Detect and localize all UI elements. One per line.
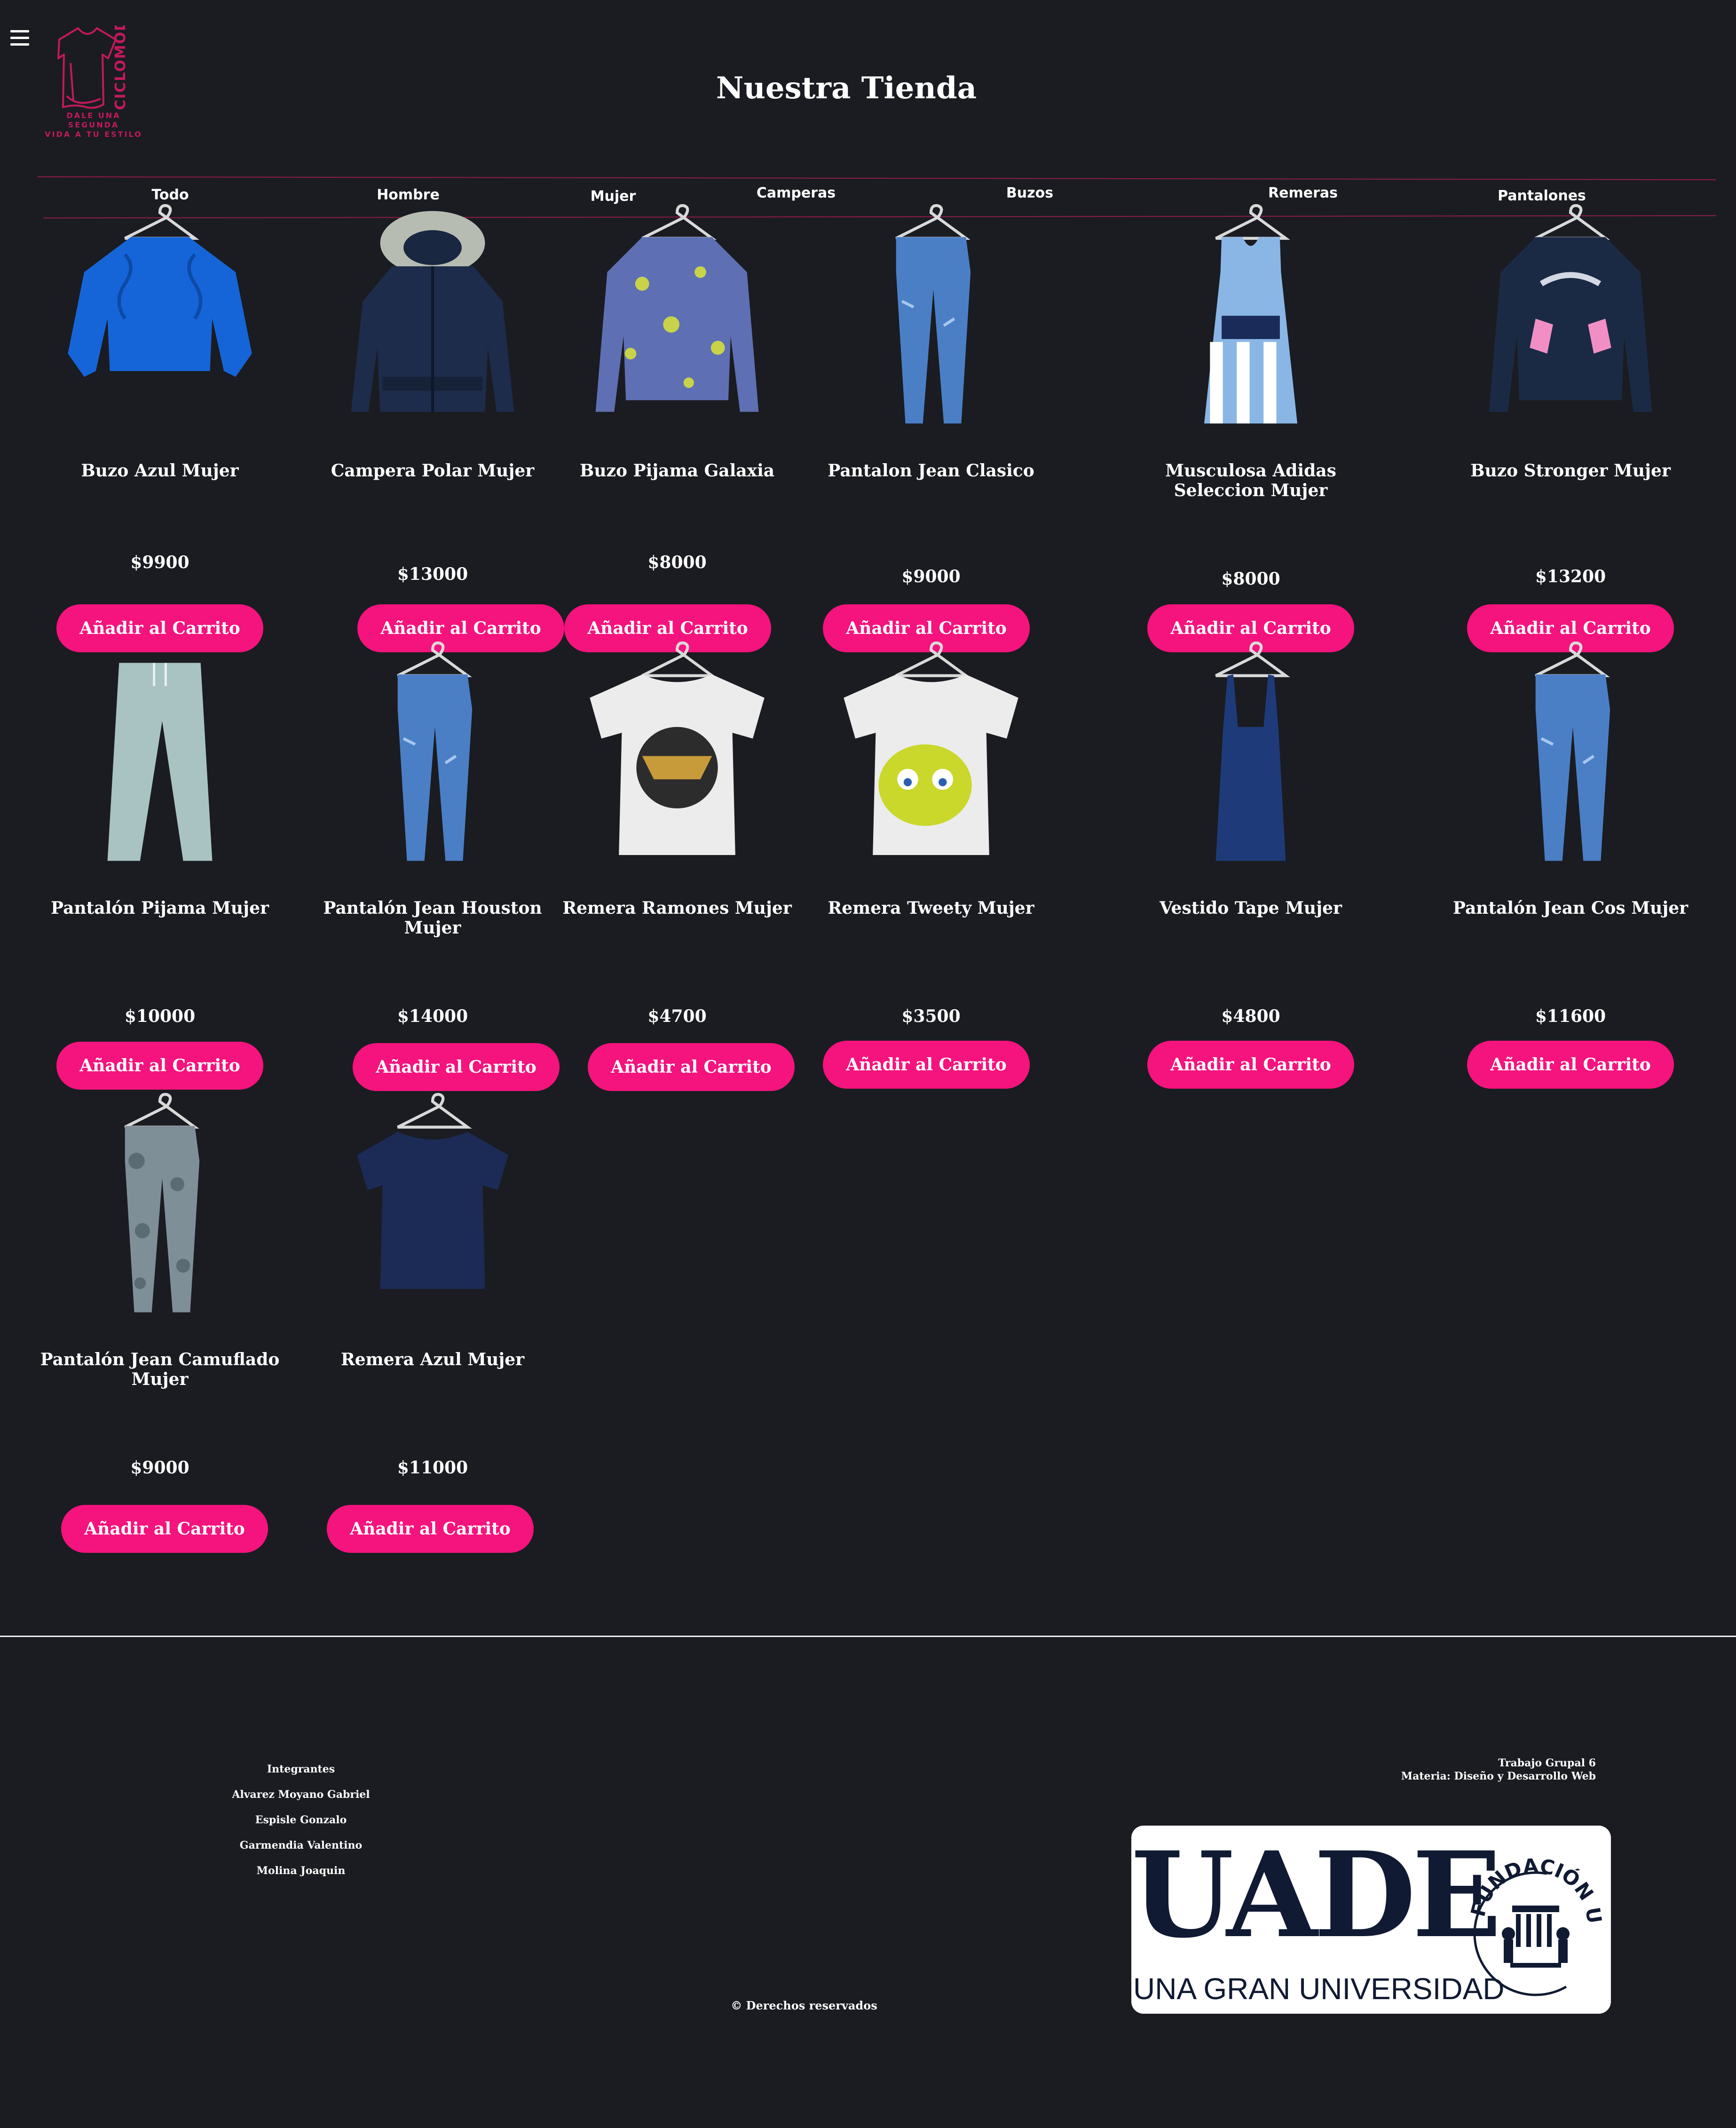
product-card: Pantalón Jean Cos Mujer $11600 Añadir al C… bbox=[1448, 630, 1693, 1089]
team-members: Integrantes Alvarez Moyano Gabriel Espis… bbox=[197, 1756, 404, 1883]
product-price: $10000 bbox=[124, 1006, 196, 1026]
product-card: Pantalón Jean Houston Mujer $14000 Añadir … bbox=[310, 630, 560, 1091]
copyright: © Derechos reservados bbox=[731, 1999, 877, 2012]
pajama-pants-icon[interactable] bbox=[38, 630, 282, 894]
product-card: Pantalón Jean Camuflado Mujer $9000 Añadir… bbox=[38, 1082, 282, 1553]
uade-logo-text: UADE bbox=[1131, 1826, 1502, 1964]
jeans-icon[interactable] bbox=[1448, 630, 1693, 894]
fundacion-uade-seal-icon: FUNDACIÓN UADE bbox=[1465, 1835, 1606, 1996]
product-price: $8000 bbox=[1221, 569, 1280, 589]
tweety-tee-icon[interactable] bbox=[809, 630, 1053, 894]
product-name: Pantalón Jean Camuflado Mujer bbox=[40, 1350, 280, 1389]
product-name: Remera Azul Mujer bbox=[340, 1350, 525, 1369]
product-name: Pantalón Jean Cos Mujer bbox=[1452, 898, 1689, 918]
product-name: Buzo Azul Mujer bbox=[81, 461, 239, 481]
product-price: $11600 bbox=[1535, 1006, 1606, 1026]
product-name: Pantalon Jean Clasico bbox=[828, 461, 1034, 481]
course-assignment: Trabajo Grupal 6 bbox=[1498, 1757, 1596, 1769]
navy-dress-icon[interactable] bbox=[1128, 630, 1373, 894]
jeans-icon[interactable] bbox=[809, 193, 1053, 456]
product-card: Remera Ramones Mujer $4700 Añadir al Carri… bbox=[555, 630, 799, 1091]
ramones-tee-icon[interactable] bbox=[555, 630, 799, 894]
add-to-cart-button[interactable]: Añadir al Carrito bbox=[327, 1505, 534, 1553]
tagline-line-2: VIDA A TU ESTILO bbox=[45, 130, 142, 139]
product-name: Remera Tweety Mujer bbox=[828, 898, 1034, 918]
jeans-icon[interactable] bbox=[310, 630, 555, 894]
product-price: $9000 bbox=[901, 567, 961, 586]
team-member: Alvarez Moyano Gabriel bbox=[232, 1788, 370, 1801]
galaxy-hoodie-icon[interactable] bbox=[555, 193, 799, 456]
product-card: Pantalon Jean Clasico $9000 Añadir al Carr… bbox=[809, 193, 1053, 652]
team-member: Garmendia Valentino bbox=[239, 1839, 363, 1851]
team-member: Molina Joaquin bbox=[256, 1865, 346, 1877]
nav-top-divider bbox=[38, 176, 1716, 181]
course-subject: Materia: Diseño y Desarrollo Web bbox=[1401, 1770, 1596, 1782]
page-title: Nuestra Tienda bbox=[716, 71, 977, 106]
product-price: $4800 bbox=[1221, 1006, 1280, 1026]
product-price: $11000 bbox=[397, 1458, 468, 1478]
team-member: Espisle Gonzalo bbox=[255, 1814, 347, 1826]
add-to-cart-button[interactable]: Añadir al Carrito bbox=[1467, 1041, 1674, 1089]
product-card: Buzo Pijama Galaxia $8000 Añadir al Carrit… bbox=[555, 193, 799, 652]
product-price: $8000 bbox=[647, 553, 707, 572]
product-card: Pantalón Pijama Mujer $10000 Añadir al Car… bbox=[38, 630, 282, 1090]
add-to-cart-button[interactable]: Añadir al Carrito bbox=[1147, 1041, 1354, 1089]
product-name: Pantalón Jean Houston Mujer bbox=[323, 898, 542, 938]
team-title: Integrantes bbox=[267, 1763, 335, 1775]
product-price: $9900 bbox=[130, 553, 189, 572]
jersey-icon[interactable] bbox=[1128, 193, 1373, 456]
product-name: Vestido Tape Mujer bbox=[1159, 898, 1342, 918]
camo-jeans-icon[interactable] bbox=[38, 1082, 282, 1345]
product-card: Campera Polar Mujer $13000 Añadir al Carri… bbox=[310, 193, 564, 652]
product-card: Remera Tweety Mujer $3500 Añadir al Carrit… bbox=[809, 630, 1053, 1089]
product-price: $13200 bbox=[1535, 567, 1606, 586]
navy-parka-icon[interactable] bbox=[310, 193, 555, 456]
product-name: Buzo Stronger Mujer bbox=[1470, 461, 1671, 481]
footer-divider bbox=[0, 1636, 1736, 1637]
product-price: $13000 bbox=[397, 564, 468, 584]
product-name: Buzo Pijama Galaxia bbox=[579, 461, 775, 481]
course-info: Trabajo Grupal 6 Materia: Diseño y Desar… bbox=[1314, 1756, 1596, 1783]
product-name: Pantalón Pijama Mujer bbox=[51, 898, 269, 918]
add-to-cart-button[interactable]: Añadir al Carrito bbox=[61, 1505, 268, 1553]
product-name: Campera Polar Mujer bbox=[331, 461, 535, 481]
product-price: $9000 bbox=[130, 1458, 189, 1478]
product-price: $4700 bbox=[647, 1006, 707, 1026]
product-name: Remera Ramones Mujer bbox=[562, 898, 792, 918]
stronger-hoodie-icon[interactable] bbox=[1448, 193, 1693, 456]
product-card: Vestido Tape Mujer $4800 Añadir al Carrito bbox=[1128, 630, 1373, 1089]
product-card: Buzo Stronger Mujer $13200 Añadir al Carri… bbox=[1448, 193, 1693, 652]
product-card: Buzo Azul Mujer $9900 Añadir al Carrito bbox=[38, 193, 282, 652]
product-name: Musculosa Adidas Seleccion Mujer bbox=[1165, 461, 1336, 500]
hamburger-menu-icon[interactable] bbox=[10, 30, 29, 46]
navy-tee-icon[interactable] bbox=[310, 1082, 555, 1345]
product-price: $14000 bbox=[397, 1006, 468, 1026]
tagline-line-1: DALE UNA SEGUNDA bbox=[66, 111, 121, 129]
uade-logo: UADE UNA GRAN UNIVERSIDAD FUNDACIÓN UADE bbox=[1131, 1826, 1611, 2014]
add-to-cart-button[interactable]: Añadir al Carrito bbox=[823, 1041, 1030, 1089]
product-card: Musculosa Adidas Seleccion Mujer $8000 Aña… bbox=[1128, 193, 1373, 652]
add-to-cart-button[interactable]: Añadir al Carrito bbox=[588, 1043, 795, 1091]
product-price: $3500 bbox=[901, 1006, 961, 1026]
product-card: Remera Azul Mujer $11000 Añadir al Carrito bbox=[310, 1082, 555, 1553]
blue-sweater-icon[interactable] bbox=[38, 193, 282, 456]
uade-logo-subtitle: UNA GRAN UNIVERSIDAD bbox=[1133, 1972, 1505, 2006]
logo-tagline: DALE UNA SEGUNDA VIDA A TU ESTILO bbox=[40, 111, 147, 139]
